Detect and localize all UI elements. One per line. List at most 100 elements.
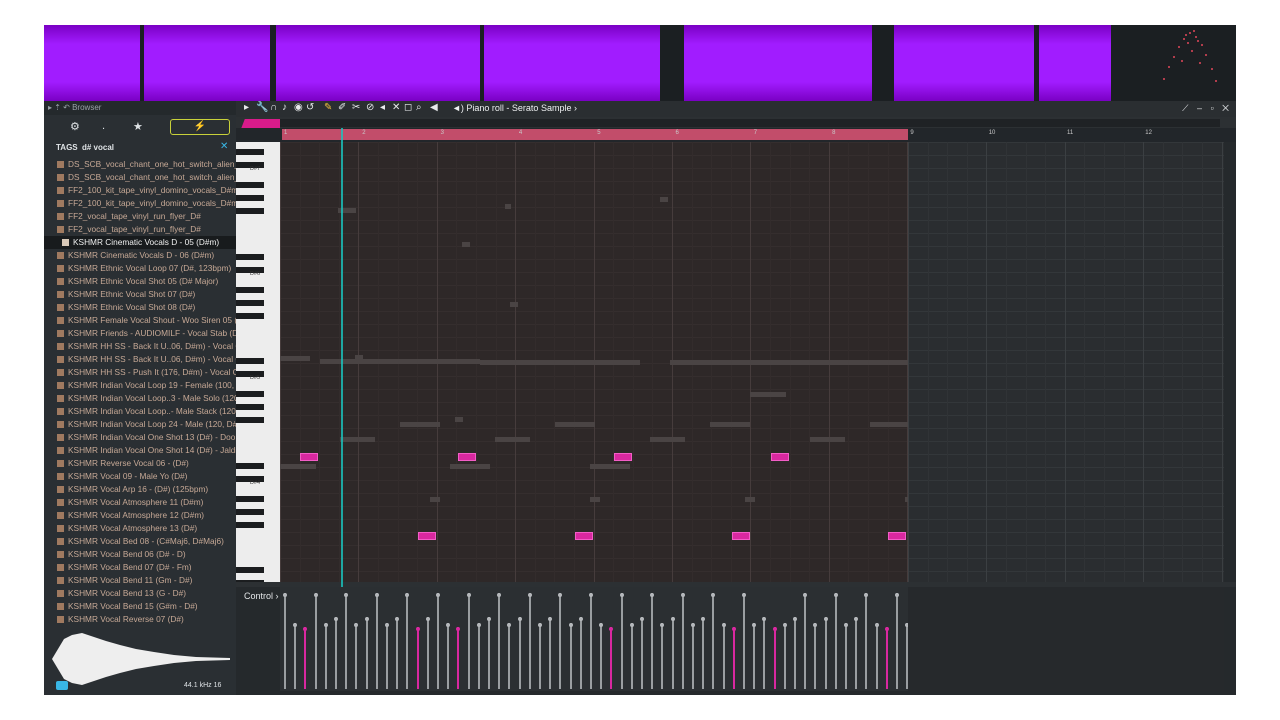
- dot-icon[interactable]: .: [102, 120, 105, 132]
- black-key[interactable]: [236, 299, 264, 306]
- velocity-bar[interactable]: [672, 617, 674, 689]
- smart-search-button[interactable]: ⚡: [170, 119, 230, 135]
- velocity-bar[interactable]: [325, 623, 327, 689]
- velocity-bar[interactable]: [814, 623, 816, 689]
- velocity-bar[interactable]: [804, 593, 806, 689]
- note[interactable]: [458, 453, 476, 461]
- velocity-bar[interactable]: [651, 593, 653, 689]
- velocity-handle[interactable]: [507, 623, 511, 627]
- velocity-bar[interactable]: [417, 627, 419, 689]
- note-grid-outside[interactable]: [908, 142, 1224, 582]
- file-list-item[interactable]: KSHMR Vocal Arp 16 - (D#) (125bpm): [44, 483, 236, 496]
- file-list-item[interactable]: KSHMR Ethnic Vocal Shot 07 (D#): [44, 288, 236, 301]
- velocity-handle[interactable]: [426, 617, 430, 621]
- file-list-item[interactable]: KSHMR Vocal Bend 13 (G - D#): [44, 587, 236, 600]
- file-list-item[interactable]: KSHMR Ethnic Vocal Shot 05 (D# Major): [44, 275, 236, 288]
- file-list-item[interactable]: DS_SCB_vocal_chant_one_hot_switch_alien_…: [44, 158, 236, 171]
- velocity-bar[interactable]: [641, 617, 643, 689]
- velocity-bar[interactable]: [376, 593, 378, 689]
- velocity-bar[interactable]: [437, 593, 439, 689]
- velocity-handle[interactable]: [793, 617, 797, 621]
- velocity-handle[interactable]: [691, 623, 695, 627]
- black-key[interactable]: [236, 253, 264, 260]
- black-key[interactable]: [236, 208, 264, 214]
- velocity-handle[interactable]: [864, 593, 868, 597]
- velocity-bar[interactable]: [825, 617, 827, 689]
- file-list-item[interactable]: KSHMR Vocal Atmosphere 11 (D#m): [44, 496, 236, 509]
- velocity-handle[interactable]: [293, 623, 297, 627]
- select-icon[interactable]: ◻: [404, 102, 412, 113]
- velocity-bar[interactable]: [835, 593, 837, 689]
- file-list-item[interactable]: KSHMR Ethnic Vocal Loop 07 (D#, 123bpm): [44, 262, 236, 275]
- velocity-bar[interactable]: [529, 593, 531, 689]
- file-list-item[interactable]: KSHMR Female Vocal Shout - Woo Siren 05 …: [44, 314, 236, 327]
- velocity-bar[interactable]: [865, 593, 867, 689]
- file-list-item[interactable]: KSHMR Vocal Bend 15 (G#m - D#): [44, 600, 236, 613]
- velocity-handle[interactable]: [456, 627, 460, 631]
- velocity-handle[interactable]: [640, 617, 644, 621]
- control-label[interactable]: Control ›: [244, 591, 279, 601]
- slice-icon[interactable]: ✕: [392, 102, 400, 113]
- window-controls[interactable]: ⟋ ‒ ▫ ✕: [1182, 103, 1232, 114]
- velocity-handle[interactable]: [365, 617, 369, 621]
- velocity-handle[interactable]: [732, 627, 736, 631]
- velocity-bar[interactable]: [549, 617, 551, 689]
- velocity-handle[interactable]: [752, 623, 756, 627]
- file-list-item[interactable]: FF2_100_kit_tape_vinyl_domino_vocals_D#m…: [44, 197, 236, 210]
- loop-region[interactable]: [282, 129, 908, 140]
- velocity-area[interactable]: [280, 587, 908, 691]
- velocity-handle[interactable]: [283, 593, 287, 597]
- magnet-icon[interactable]: ∩: [270, 102, 277, 113]
- gear-icon[interactable]: ⚙: [70, 120, 80, 133]
- file-list-item[interactable]: FF2_vocal_tape_vinyl_run_flyer_D#: [44, 223, 236, 236]
- file-list-item[interactable]: KSHMR HH SS - Back It U..06, D#m) - Voca…: [44, 353, 236, 366]
- pencil-icon[interactable]: ✎: [324, 102, 332, 113]
- preview-play-button[interactable]: [56, 681, 68, 690]
- velocity-handle[interactable]: [803, 593, 807, 597]
- velocity-handle[interactable]: [324, 623, 328, 627]
- file-list-item[interactable]: KSHMR Cinematic Vocals D - 06 (D#m): [44, 249, 236, 262]
- velocity-bar[interactable]: [784, 623, 786, 689]
- velocity-bar[interactable]: [855, 617, 857, 689]
- horizontal-scrollbar[interactable]: [280, 119, 1220, 127]
- velocity-bar[interactable]: [468, 593, 470, 689]
- velocity-handle[interactable]: [314, 593, 318, 597]
- star-icon[interactable]: ★: [133, 120, 143, 133]
- velocity-bar[interactable]: [580, 617, 582, 689]
- velocity-handle[interactable]: [609, 627, 613, 631]
- file-list-item[interactable]: KSHMR Indian Vocal One Shot 14 (D#) - Ja…: [44, 444, 236, 457]
- black-key[interactable]: [236, 567, 264, 573]
- file-list-item[interactable]: KSHMR Vocal 09 - Male Yo (D#): [44, 470, 236, 483]
- velocity-bar[interactable]: [457, 627, 459, 689]
- black-key[interactable]: [236, 462, 264, 469]
- velocity-bar[interactable]: [600, 623, 602, 689]
- black-key[interactable]: [236, 580, 264, 582]
- velocity-handle[interactable]: [773, 627, 777, 631]
- velocity-bar[interactable]: [508, 623, 510, 689]
- file-list-item[interactable]: KSHMR Indian Vocal Loop..3 - Male Solo (…: [44, 392, 236, 405]
- file-list-item[interactable]: KSHMR Reverse Vocal 06 - (D#): [44, 457, 236, 470]
- velocity-handle[interactable]: [416, 627, 420, 631]
- velocity-bar[interactable]: [661, 623, 663, 689]
- record-icon[interactable]: ◉: [294, 102, 303, 113]
- velocity-handle[interactable]: [722, 623, 726, 627]
- velocity-bar[interactable]: [610, 627, 612, 689]
- velocity-handle[interactable]: [487, 617, 491, 621]
- playback-icon[interactable]: ◀: [430, 102, 438, 113]
- velocity-handle[interactable]: [783, 623, 787, 627]
- velocity-handle[interactable]: [497, 593, 501, 597]
- file-list-item[interactable]: KSHMR HH SS - Push It (176, D#m) - Vocal…: [44, 366, 236, 379]
- velocity-bar[interactable]: [366, 617, 368, 689]
- velocity-handle[interactable]: [895, 593, 899, 597]
- file-list-item[interactable]: KSHMR Cinematic Vocals D - 05 (D#m): [44, 236, 236, 249]
- velocity-handle[interactable]: [671, 617, 675, 621]
- velocity-handle[interactable]: [558, 593, 562, 597]
- menu-arrow-icon[interactable]: ▸: [244, 102, 249, 113]
- velocity-bar[interactable]: [498, 593, 500, 689]
- piano-roll-title[interactable]: ◄) Piano roll - Serato Sample ›: [452, 103, 577, 113]
- velocity-bar[interactable]: [896, 593, 898, 689]
- velocity-bar[interactable]: [631, 623, 633, 689]
- playhead[interactable]: [341, 128, 343, 648]
- velocity-bar[interactable]: [886, 627, 888, 689]
- velocity-handle[interactable]: [385, 623, 389, 627]
